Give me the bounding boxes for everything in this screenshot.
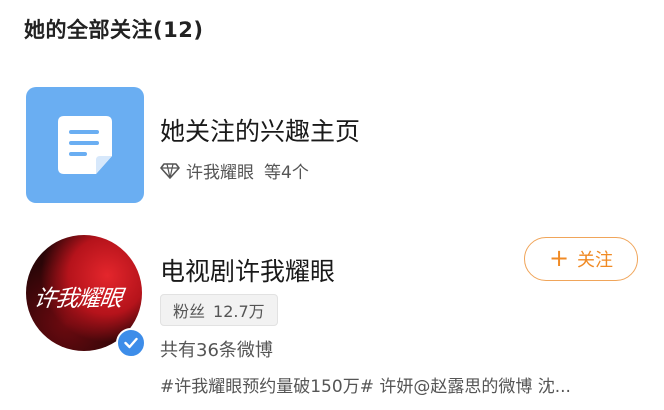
interest-subtitle: 许我耀眼 等4个: [160, 158, 309, 183]
interest-subtitle-name: 许我耀眼: [186, 163, 254, 183]
plus-icon: +: [548, 244, 570, 272]
fans-count: 12.7万: [213, 302, 265, 321]
page-title: 她的全部关注(12): [24, 18, 204, 42]
follow-button[interactable]: + 关注: [524, 237, 638, 281]
follow-button-label: 关注: [577, 250, 614, 271]
interest-title: 她关注的兴趣主页: [160, 117, 361, 146]
interest-pages-entry[interactable]: 她关注的兴趣主页 许我耀眼 等4个: [24, 84, 640, 206]
account-name[interactable]: 电视剧许我耀眼: [160, 252, 335, 288]
diamond-icon: [160, 162, 180, 179]
interest-subtitle-suffix: 等4个: [264, 163, 309, 183]
fans-label: 粉丝: [173, 302, 206, 321]
fans-count-badge: 粉丝 12.7万: [160, 294, 278, 326]
verified-badge-icon: [116, 328, 146, 358]
latest-post-text[interactable]: #许我耀眼预约量破150万# 许妍@赵露思的微博 沈...: [160, 372, 640, 397]
document-icon: [26, 87, 144, 203]
post-count: 共有36条微博: [160, 340, 273, 361]
avatar-logo-text: 许我耀眼: [31, 286, 124, 312]
followed-account-item[interactable]: 许我耀眼 电视剧许我耀眼 粉丝 12.7万 共有36条微博 #许我耀眼预约量破1…: [24, 232, 644, 410]
